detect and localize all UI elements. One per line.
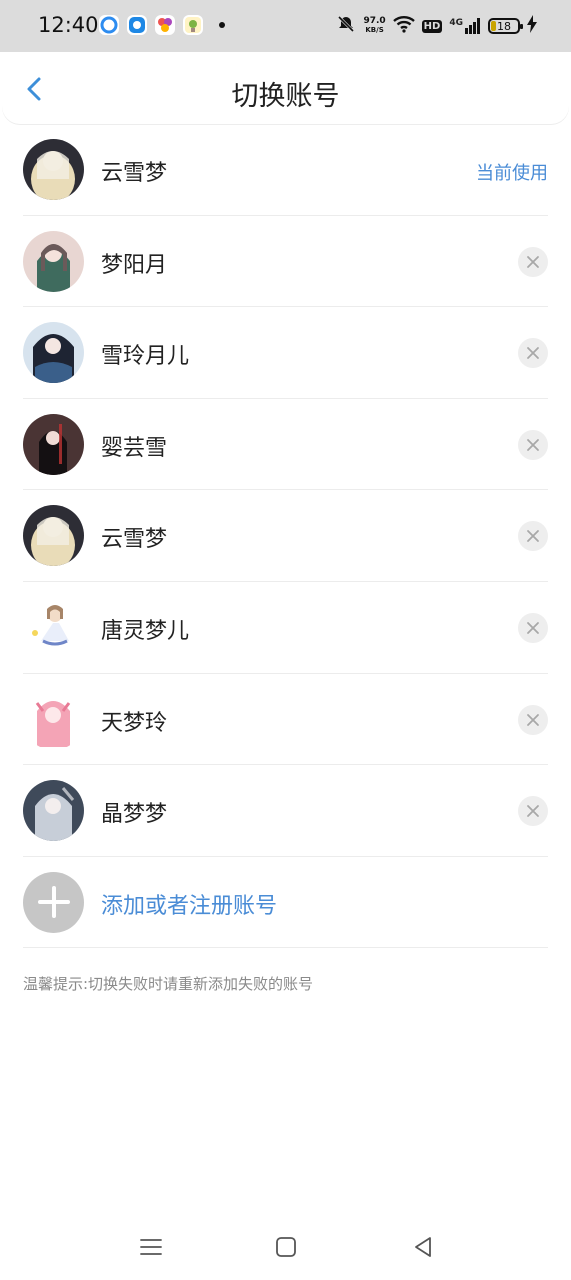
network-speed: 97.0 KB/S [363, 17, 385, 35]
remove-account-button[interactable] [518, 338, 548, 369]
remove-account-button[interactable] [518, 796, 548, 827]
tip-text: 温馨提示:切换失败时请重新添加失败的账号 [23, 975, 314, 993]
back-nav-button[interactable] [408, 1232, 438, 1262]
mute-icon [336, 14, 356, 38]
close-icon [527, 805, 539, 818]
avatar [23, 780, 84, 842]
status-time: 12:40 [38, 13, 99, 37]
account-name: 晶梦梦 [101, 802, 168, 828]
account-row[interactable]: 唐灵梦儿 [23, 582, 548, 674]
account-name: 云雪梦 [101, 527, 168, 553]
close-icon [527, 347, 539, 360]
speed-unit: KB/S [365, 26, 384, 34]
plus-icon [37, 886, 70, 919]
home-square-icon [276, 1237, 296, 1257]
page-title: 切换账号 [231, 81, 340, 112]
avatar [23, 596, 84, 658]
avatar [23, 505, 84, 567]
account-name: 婴芸雪 [101, 435, 168, 461]
battery-level: 18 [497, 19, 511, 33]
hd-badge: HD [421, 19, 443, 33]
avatar [23, 688, 84, 750]
account-row[interactable]: 天梦玲 [23, 674, 548, 766]
avatar [23, 230, 84, 292]
account-name: 天梦玲 [101, 710, 168, 736]
add-account-label[interactable]: 添加或者注册账号 [101, 888, 277, 920]
system-nav-bar [0, 1212, 571, 1280]
account-row[interactable]: 云雪梦 当前使用 [23, 124, 548, 216]
status-bar: 12:40 97.0 KB/S HD 4G 18 [0, 0, 571, 52]
remove-account-button[interactable] [518, 704, 548, 735]
home-nav-button[interactable] [271, 1232, 301, 1262]
account-row[interactable]: 雪玲月儿 [23, 307, 548, 399]
triangle-back-icon [415, 1237, 431, 1257]
gallery-app-icon [155, 15, 175, 35]
menu-icon [140, 1239, 162, 1255]
signal-icon: 4G [449, 18, 481, 34]
close-icon [527, 438, 539, 451]
account-row[interactable]: 婴芸雪 [23, 399, 548, 491]
system-status-icons: 97.0 KB/S HD 4G 18 [336, 14, 537, 38]
camera-app-icon [127, 15, 147, 35]
current-account-label: 当前使用 [476, 163, 548, 184]
battery-icon: 18 [488, 18, 523, 34]
avatar [23, 139, 84, 200]
speed-value: 97.0 [363, 16, 386, 26]
add-account-button[interactable] [23, 871, 84, 933]
menu-nav-button[interactable] [136, 1232, 166, 1262]
game-app-icon [183, 15, 203, 35]
account-row[interactable]: 云雪梦 [23, 490, 548, 582]
notification-icons [99, 15, 225, 35]
app-header: 切换账号 [2, 52, 569, 124]
more-notifications-dot [219, 22, 225, 28]
close-icon [527, 622, 539, 634]
close-icon [527, 713, 539, 726]
avatar [23, 413, 84, 475]
remove-account-button[interactable] [518, 429, 548, 460]
charging-icon [527, 15, 537, 37]
close-icon [527, 530, 539, 543]
account-row[interactable]: 梦阳月 [23, 216, 548, 308]
remove-account-button[interactable] [518, 612, 548, 643]
avatar [23, 322, 84, 384]
account-name: 唐灵梦儿 [101, 618, 190, 644]
account-name: 梦阳月 [101, 252, 168, 278]
network-type: 4G [449, 18, 463, 28]
remove-account-button[interactable] [518, 246, 548, 277]
add-account-row[interactable]: 添加或者注册账号 [23, 857, 548, 949]
account-name: 雪玲月儿 [101, 344, 190, 370]
browser-app-icon [99, 15, 119, 35]
close-icon [527, 255, 539, 268]
remove-account-button[interactable] [518, 521, 548, 552]
wifi-icon [392, 15, 415, 37]
account-name: 云雪梦 [101, 161, 168, 186]
account-list: 云雪梦 当前使用 梦阳月 雪玲月儿 婴芸雪 云雪梦 唐灵梦儿 天梦玲 晶梦梦 添… [0, 124, 571, 949]
account-row[interactable]: 晶梦梦 [23, 765, 548, 857]
